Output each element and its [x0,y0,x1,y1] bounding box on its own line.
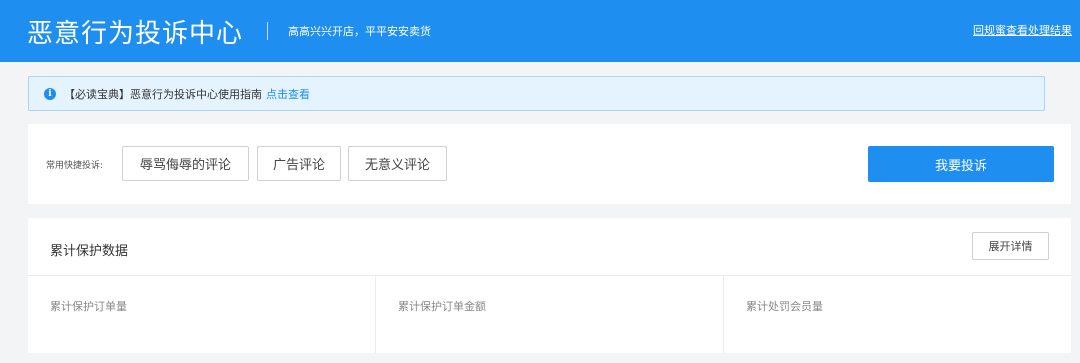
tag-insult-comment[interactable]: 辱骂侮辱的评论 [122,146,249,181]
tag-ad-comment[interactable]: 广告评论 [257,146,341,181]
metric-protected-amount: 累计保护订单金额 [398,300,486,313]
header-slogan: 高高兴兴开店，平平安安卖货 [288,25,432,38]
quick-complaint-panel: 常用快捷投诉: 辱骂侮辱的评论 广告评论 无意义评论 我要投诉 [28,124,1071,204]
metric-cell: 累计保护订单金额 [375,276,723,353]
notice-text: 【必读宝典】恶意行为投诉中心使用指南 [64,87,262,101]
metric-cell: 累计保护订单量 [28,276,375,353]
expand-details-button[interactable]: 展开详情 [972,232,1049,260]
complain-button[interactable]: 我要投诉 [868,146,1054,182]
notice-view-link[interactable]: 点击查看 [266,86,310,102]
header-divider [267,22,269,40]
page-title: 恶意行为投诉中心 [27,18,244,49]
metric-penalized-members: 累计处罚会员量 [746,300,823,313]
tag-meaningless-comment[interactable]: 无意义评论 [348,146,447,181]
header-bar: 恶意行为投诉中心 高高兴兴开店，平平安安卖货 回规蜜查看处理结果 [0,0,1080,62]
view-results-link[interactable]: 回规蜜查看处理结果 [973,22,1072,38]
metric-protected-orders: 累计保护订单量 [50,300,127,313]
quick-complaint-label: 常用快捷投诉: [46,161,104,171]
notice-banner: i 【必读宝典】恶意行为投诉中心使用指南 点击查看 [28,76,1045,111]
stats-title: 累计保护数据 [50,244,129,259]
protection-stats-panel: 累计保护数据 展开详情 累计保护订单量 累计保护订单金额 累计处罚会员量 [28,218,1071,353]
info-icon: i [44,87,56,100]
metric-cell: 累计处罚会员量 [723,276,1071,353]
